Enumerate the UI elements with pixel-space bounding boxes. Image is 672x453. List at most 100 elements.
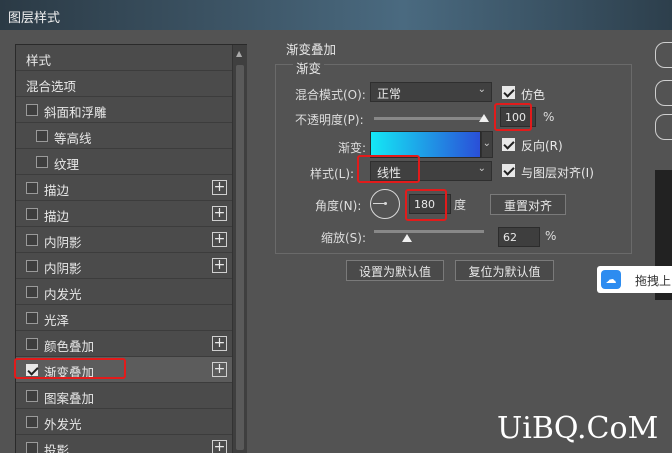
gradient-overlay-panel: 渐变叠加 渐变 混合模式(O): 正常 ⌄ 仿色 不透明度(P): 100 % … xyxy=(248,30,640,453)
style-item-label: 描边 xyxy=(44,183,70,198)
highlight-box-opacity xyxy=(494,103,532,131)
opacity-unit: % xyxy=(543,110,555,124)
scale-slider-track[interactable] xyxy=(374,230,484,233)
style-item-checkbox[interactable] xyxy=(36,156,48,168)
style-item-label: 图案叠加 xyxy=(44,391,95,406)
style-item-checkbox[interactable] xyxy=(26,234,38,246)
chevron-down-icon: ⌄ xyxy=(482,138,491,149)
style-list-item[interactable]: 描边 + xyxy=(16,175,232,201)
style-label: 样式(L): xyxy=(310,167,355,181)
style-item-checkbox[interactable] xyxy=(26,208,38,220)
blend-mode-select[interactable]: 正常 ⌄ xyxy=(370,82,492,102)
gradient-swatch[interactable] xyxy=(370,131,481,158)
highlight-box-angle xyxy=(405,189,447,221)
style-item-checkbox[interactable] xyxy=(26,286,38,298)
scale-label: 缩放(S): xyxy=(321,231,367,245)
style-item-checkbox[interactable] xyxy=(26,390,38,402)
popup-text: 拖拽上 xyxy=(635,274,672,288)
style-item-label: 混合选项 xyxy=(26,79,77,94)
style-list-item[interactable]: 投影 + xyxy=(16,435,232,453)
style-list-item[interactable]: 斜面和浮雕 xyxy=(16,97,232,123)
plus-icon[interactable]: + xyxy=(212,336,227,351)
scale-slider-thumb[interactable] xyxy=(402,234,413,242)
style-item-label: 描边 xyxy=(44,209,70,224)
style-item-checkbox[interactable] xyxy=(26,416,38,428)
style-list-item[interactable]: 外发光 xyxy=(16,409,232,435)
highlight-box-style xyxy=(357,155,420,183)
style-item-label: 投影 xyxy=(44,443,70,453)
highlight-box-gradient-overlay xyxy=(14,358,126,379)
upload-popup[interactable]: ☁ 拖拽上 xyxy=(597,266,672,293)
style-list-item[interactable]: 颜色叠加 + xyxy=(16,331,232,357)
style-list-item[interactable]: 内发光 xyxy=(16,279,232,305)
opacity-slider-track[interactable] xyxy=(374,117,484,120)
style-item-label: 纹理 xyxy=(54,157,80,172)
style-item-label: 样式 xyxy=(26,53,52,68)
scrollbar-thumb[interactable] xyxy=(236,65,244,450)
style-item-label: 斜面和浮雕 xyxy=(44,105,107,120)
style-list-item[interactable]: 等高线 xyxy=(16,123,232,149)
style-list-item[interactable]: 图案叠加 xyxy=(16,383,232,409)
reverse-label: 反向(R) xyxy=(521,139,563,153)
style-list-panel: 样式混合选项斜面和浮雕等高线纹理描边 + 描边 + 内阴影 + 内阴影 + 内发光光泽颜色叠加 +… xyxy=(15,44,247,453)
right-button-strip xyxy=(640,30,672,453)
style-list-item[interactable]: 内阴影 + xyxy=(16,227,232,253)
angle-unit: 度 xyxy=(454,198,467,212)
blend-mode-value: 正常 xyxy=(377,87,402,101)
style-list-scrollbar[interactable]: ▲ xyxy=(232,45,247,453)
opacity-slider-thumb[interactable] xyxy=(479,114,489,122)
style-item-label: 内阴影 xyxy=(44,235,82,250)
style-item-checkbox[interactable] xyxy=(26,104,38,116)
plus-icon[interactable]: + xyxy=(212,440,227,453)
style-item-label: 内发光 xyxy=(44,287,82,302)
opacity-label: 不透明度(P): xyxy=(295,113,364,127)
ok-button[interactable] xyxy=(655,42,672,68)
plus-icon[interactable]: + xyxy=(212,258,227,273)
style-list-item[interactable]: 样式 xyxy=(16,45,232,71)
section-title: 渐变叠加 xyxy=(286,42,337,57)
chevron-down-icon: ⌄ xyxy=(477,84,486,95)
cancel-button[interactable] xyxy=(655,80,672,106)
align-with-layer-label: 与图层对齐(I) xyxy=(521,166,594,180)
align-with-layer-checkbox[interactable] xyxy=(502,164,515,177)
style-item-label: 内阴影 xyxy=(44,261,82,276)
style-list-item[interactable]: 混合选项 xyxy=(16,71,232,97)
style-item-checkbox[interactable] xyxy=(36,130,48,142)
style-item-checkbox[interactable] xyxy=(26,312,38,324)
scale-unit: % xyxy=(545,229,557,243)
set-default-button[interactable]: 设置为默认值 xyxy=(346,260,444,281)
angle-dial-icon[interactable] xyxy=(370,189,400,219)
gradient-picker-button[interactable]: ⌄ xyxy=(481,131,493,158)
title-bar: 图层样式 xyxy=(0,0,672,30)
angle-label: 角度(N): xyxy=(315,199,362,213)
dither-checkbox[interactable] xyxy=(502,86,515,99)
style-item-label: 外发光 xyxy=(44,417,82,432)
chevron-down-icon: ⌄ xyxy=(477,163,486,174)
gradient-label: 渐变: xyxy=(338,141,367,155)
style-list-item[interactable]: 内阴影 + xyxy=(16,253,232,279)
style-item-label: 光泽 xyxy=(44,313,70,328)
style-item-checkbox[interactable] xyxy=(26,338,38,350)
style-item-checkbox[interactable] xyxy=(26,260,38,272)
watermark: UiBQ.CoM xyxy=(497,411,659,446)
style-item-label: 等高线 xyxy=(54,131,92,146)
group-title: 渐变 xyxy=(293,58,325,77)
style-item-label: 颜色叠加 xyxy=(44,339,95,354)
window-title: 图层样式 xyxy=(8,11,61,26)
cloud-icon: ☁ xyxy=(601,270,621,289)
scroll-up-icon[interactable]: ▲ xyxy=(236,49,242,58)
plus-icon[interactable]: + xyxy=(212,362,227,377)
scale-input[interactable]: 62 xyxy=(498,227,540,247)
plus-icon[interactable]: + xyxy=(212,206,227,221)
style-list-item[interactable]: 描边 + xyxy=(16,201,232,227)
reverse-checkbox[interactable] xyxy=(502,138,515,151)
reset-default-button[interactable]: 复位为默认值 xyxy=(455,260,554,281)
style-item-checkbox[interactable] xyxy=(26,182,38,194)
reset-align-button[interactable]: 重置对齐 xyxy=(490,194,566,215)
new-style-button[interactable] xyxy=(655,114,672,140)
style-list-item[interactable]: 光泽 xyxy=(16,305,232,331)
style-list-item[interactable]: 纹理 xyxy=(16,149,232,175)
plus-icon[interactable]: + xyxy=(212,180,227,195)
style-item-checkbox[interactable] xyxy=(26,442,38,453)
plus-icon[interactable]: + xyxy=(212,232,227,247)
